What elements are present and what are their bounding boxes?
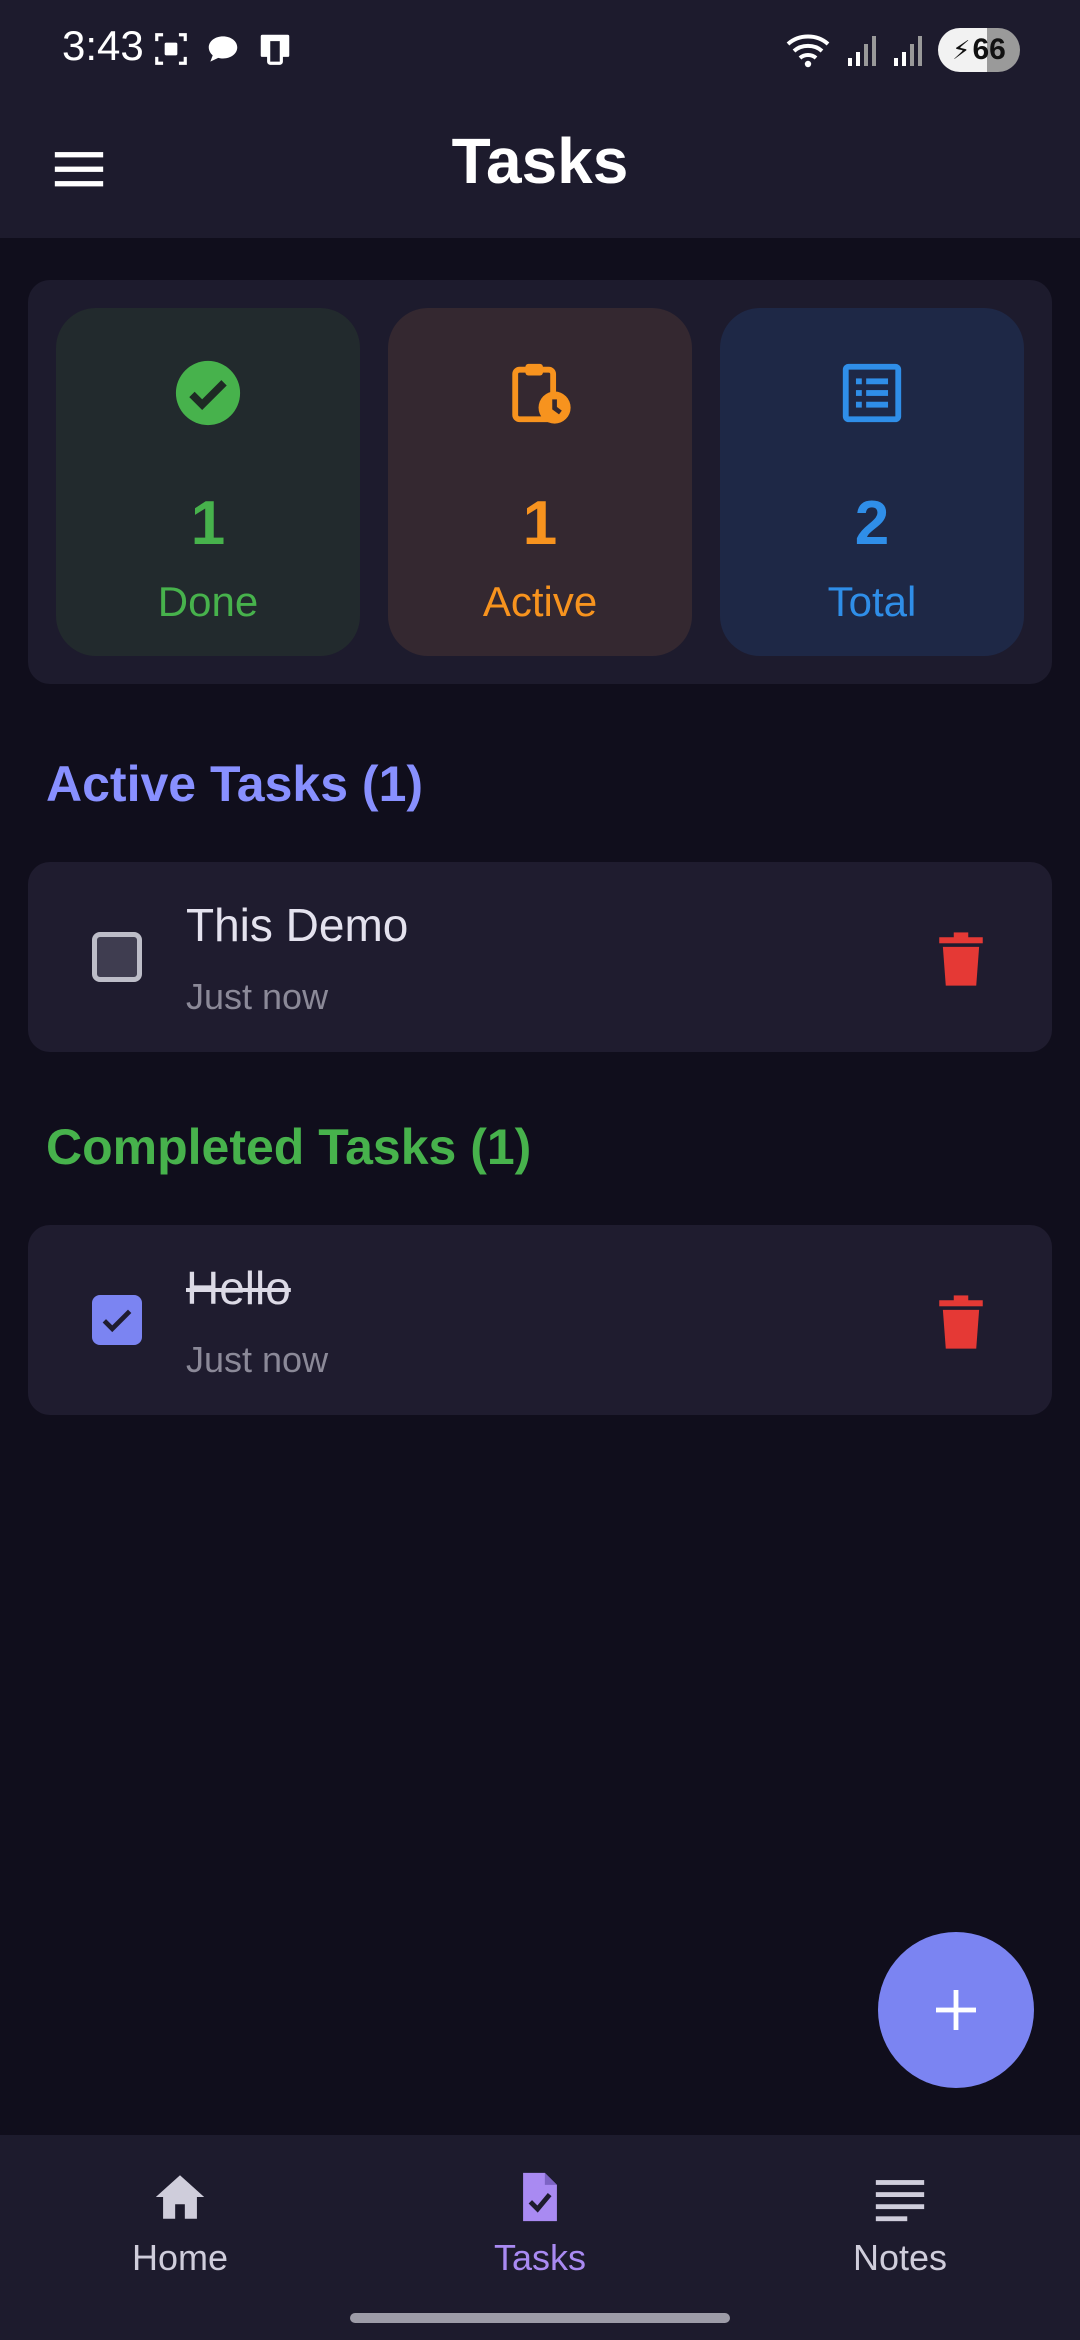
- delete-task-button[interactable]: [936, 930, 986, 988]
- clipboard-clock-icon: [512, 363, 571, 424]
- list-icon: [842, 363, 902, 423]
- notification-icons: [152, 30, 294, 68]
- total-label: Total: [827, 578, 917, 625]
- active-tasks-heading: Active Tasks (1): [46, 756, 424, 812]
- nav-label-tasks: Tasks: [493, 2237, 587, 2278]
- active-label: Active: [482, 578, 598, 625]
- total-count: 2: [854, 489, 890, 558]
- stats-panel: 1 Done 1 Active 2 Total: [28, 280, 1052, 684]
- home-icon: [155, 2175, 205, 2219]
- nav-item-home[interactable]: Home: [0, 2165, 360, 2279]
- system-icons: ⚡ 66: [784, 28, 1020, 72]
- home-indicator[interactable]: [350, 2313, 730, 2323]
- screenshot-icon: [155, 33, 187, 65]
- done-count: 1: [190, 489, 226, 558]
- nav-item-tasks[interactable]: Tasks: [360, 2165, 720, 2279]
- task-checkbox[interactable]: [92, 932, 142, 982]
- device-icon: [260, 34, 290, 65]
- page-title: Tasks: [451, 125, 629, 197]
- task-checkbox[interactable]: [92, 1295, 142, 1345]
- stat-card-done: 1 Done: [56, 308, 360, 656]
- task-timestamp: Just now: [186, 976, 329, 1017]
- task-title: This Demo: [186, 899, 409, 951]
- trash-icon: [939, 1295, 983, 1349]
- wifi-icon: [786, 34, 830, 68]
- nav-label-home: Home: [131, 2237, 229, 2278]
- check-circle-icon: [175, 360, 241, 426]
- add-task-button[interactable]: [878, 1932, 1034, 2088]
- tasks-screen: 3:43 ⚡ 66 Tasks 1 Done 1 Active 2 Total …: [0, 0, 1080, 2340]
- task-timestamp: Just now: [186, 1339, 329, 1380]
- battery-charging-icon: ⚡: [952, 34, 971, 65]
- battery-level: 66: [972, 33, 1006, 66]
- status-bar: 3:43 ⚡ 66: [0, 0, 1080, 100]
- signal-icon: [848, 36, 876, 66]
- battery-indicator: ⚡ 66: [938, 28, 1020, 72]
- task-file-icon: [523, 2172, 557, 2222]
- notes-lines-icon: [875, 2180, 925, 2222]
- task-item[interactable]: Hello Just now: [28, 1225, 1052, 1415]
- task-title: Hello: [186, 1262, 291, 1314]
- check-icon: [102, 1309, 132, 1333]
- bottom-navigation: Home Tasks Notes: [0, 2135, 1080, 2340]
- active-count: 1: [522, 489, 558, 558]
- done-label: Done: [157, 578, 259, 625]
- stat-card-active: 1 Active: [388, 308, 692, 656]
- stat-card-total: 2 Total: [720, 308, 1024, 656]
- delete-task-button[interactable]: [936, 1293, 986, 1351]
- completed-tasks-heading: Completed Tasks (1): [46, 1119, 532, 1175]
- status-time: 3:43: [62, 22, 144, 69]
- plus-icon: [936, 1990, 976, 2030]
- task-item[interactable]: This Demo Just now: [28, 862, 1052, 1052]
- nav-item-notes[interactable]: Notes: [720, 2165, 1080, 2279]
- signal-icon-2: [894, 36, 922, 66]
- nav-label-notes: Notes: [852, 2237, 948, 2278]
- trash-icon: [939, 932, 983, 986]
- app-bar: Tasks: [0, 100, 1080, 238]
- chat-bubble-icon: [208, 36, 238, 62]
